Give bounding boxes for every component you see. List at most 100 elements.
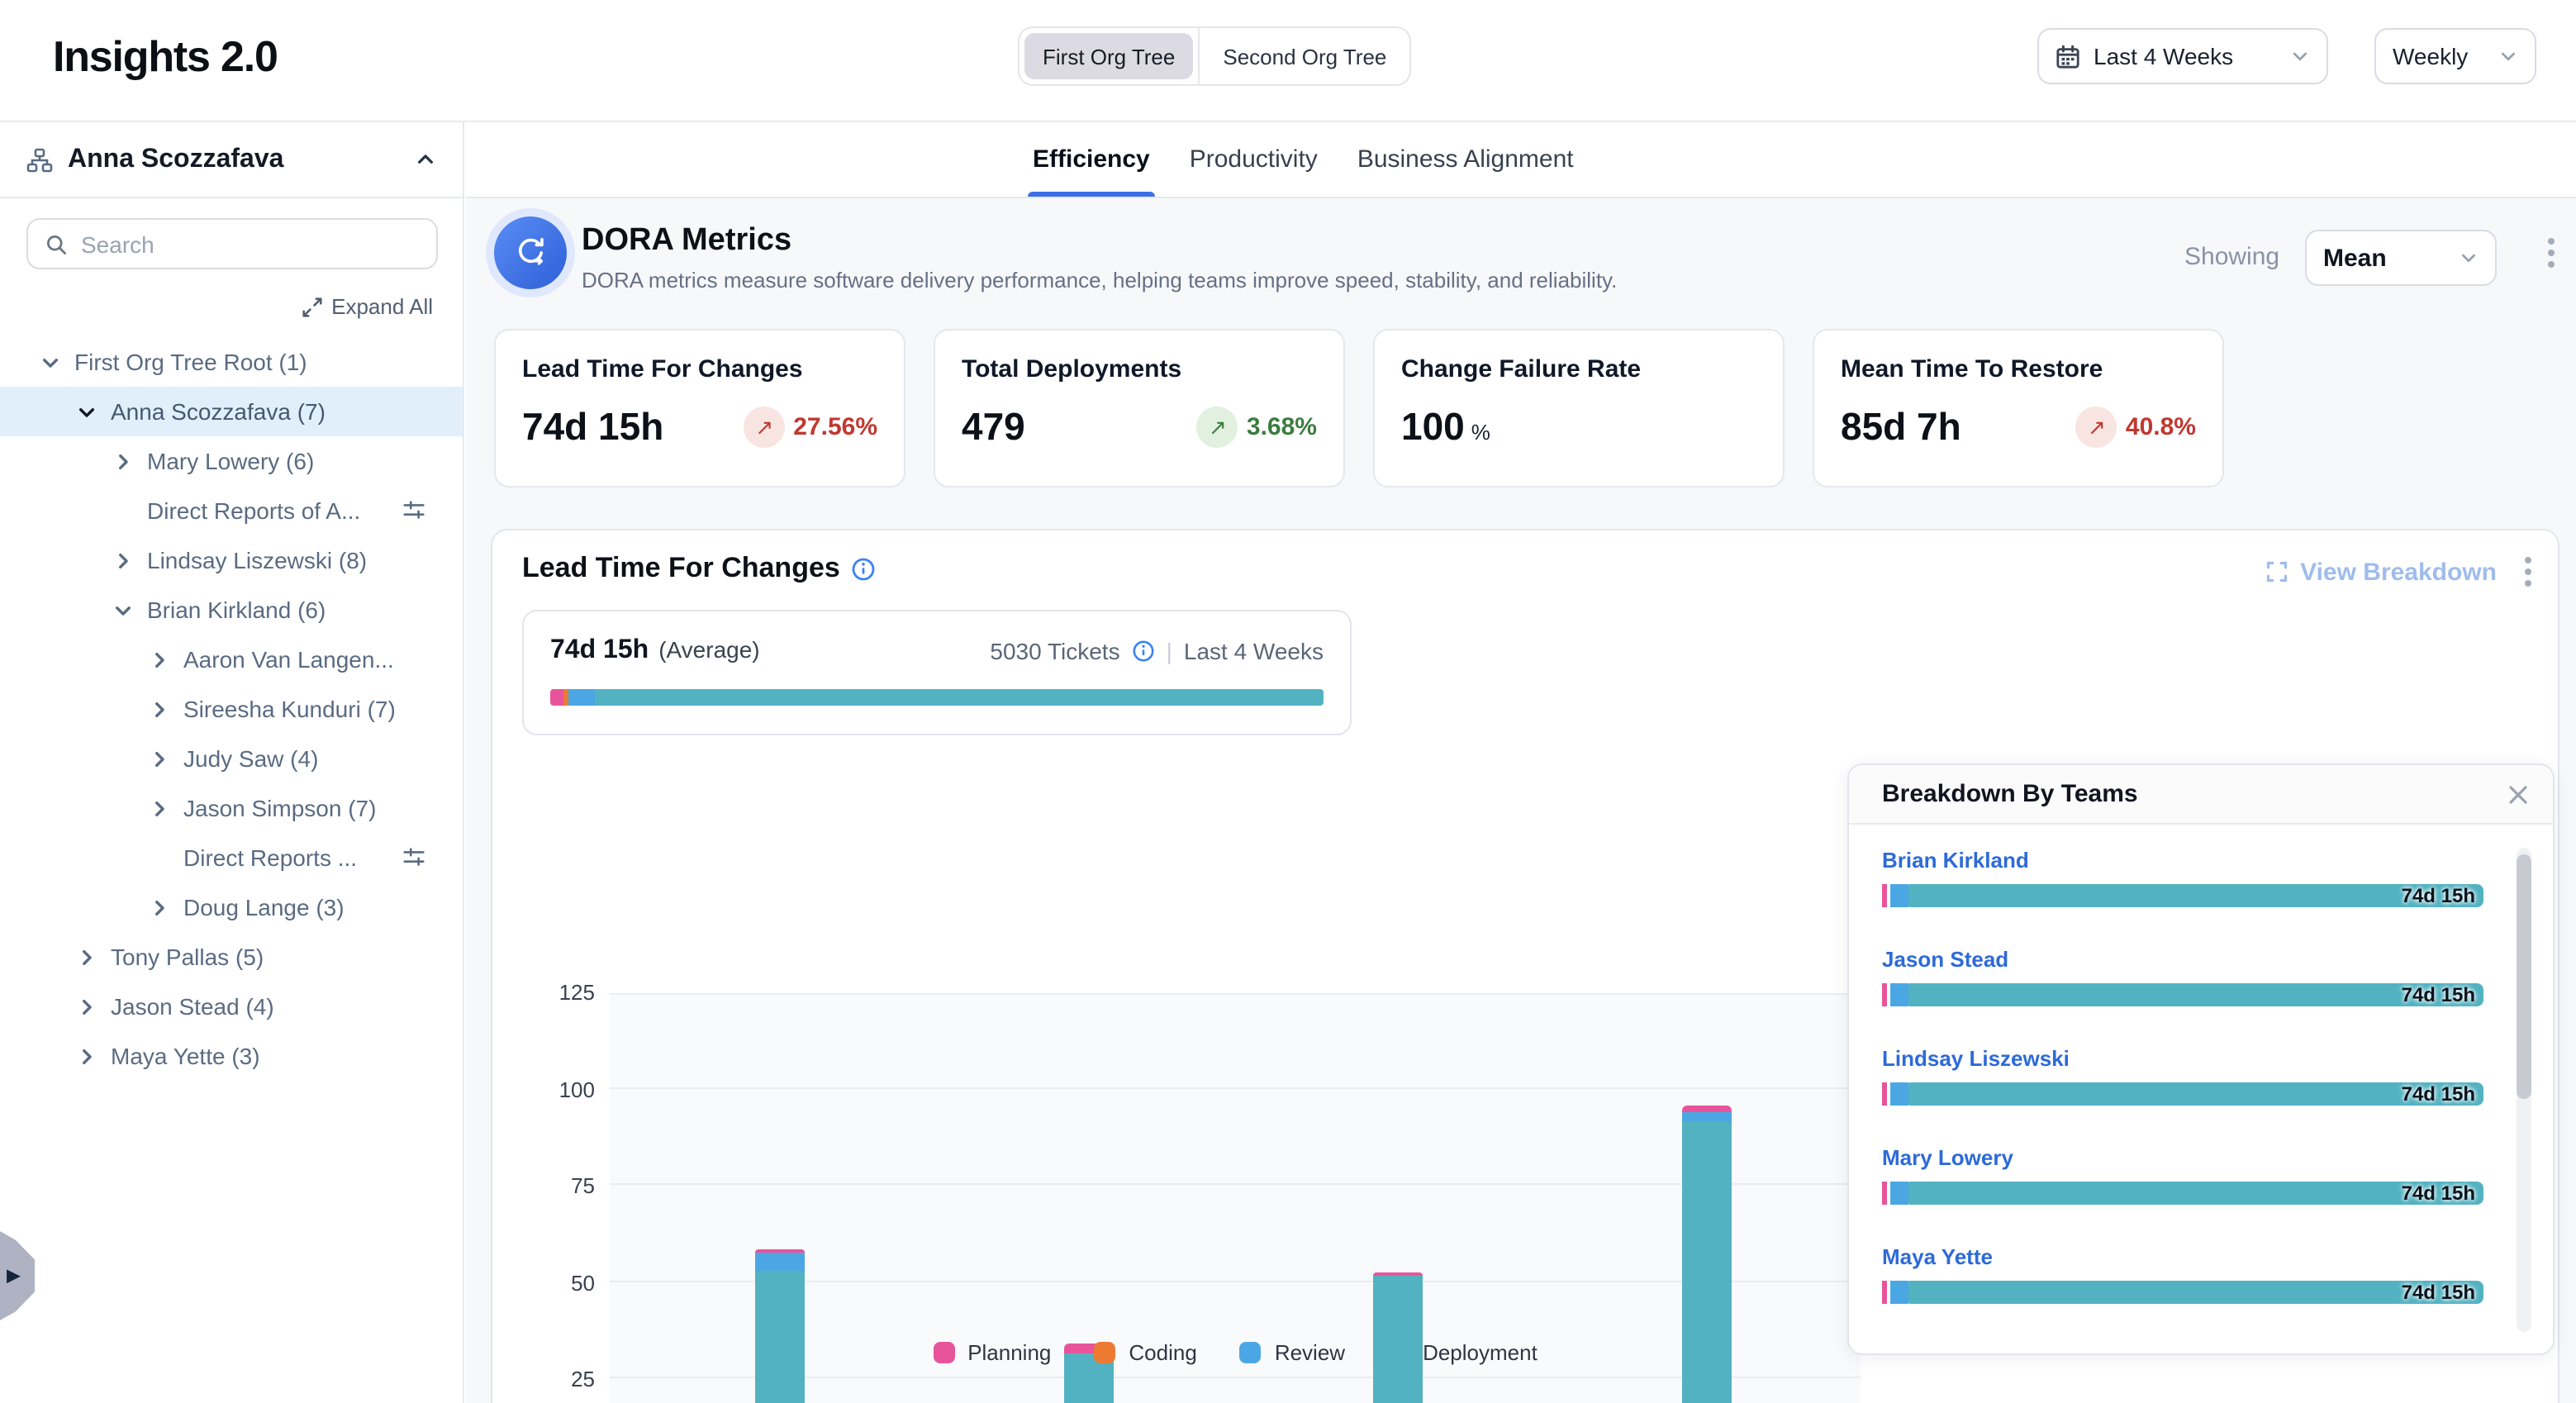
tree-item-label: Jason Stead (4) [111,993,274,1020]
tree-item-judy-saw-4[interactable]: Judy Saw (4) [0,734,463,783]
chevron-right-icon[interactable] [149,648,172,671]
chevron-right-icon[interactable] [76,1044,99,1068]
showing-select[interactable]: Mean [2305,230,2497,286]
team-bar-segment-deployment: 74d 15h [1908,1281,2483,1304]
summary-tickets: 5030 Tickets [990,638,1119,664]
chevron-right-icon[interactable] [112,449,135,473]
info-icon[interactable] [852,556,877,581]
chevron-right-icon[interactable] [149,747,172,770]
metric-value: 100 [1401,405,1465,448]
trend-up-icon: ↗ [744,407,785,448]
trend-up-icon: ↗ [2076,407,2117,448]
trend-up-icon: ↗ [1197,407,1238,448]
team-row-mary-lowery: Mary Lowery74d 15h [1882,1145,2483,1205]
tree-item-jason-stead-4[interactable]: Jason Stead (4) [0,982,463,1031]
tree-item-maya-yette-3[interactable]: Maya Yette (3) [0,1031,463,1081]
breakdown-scrollbar-track [2517,848,2531,1332]
chevron-up-icon[interactable] [415,149,436,170]
summary-period: Last 4 Weeks [1184,638,1324,664]
app-title: Insights 2.0 [53,31,278,83]
delta-value: 40.8% [2126,413,2196,441]
tab-efficiency[interactable]: Efficiency [1033,122,1150,197]
tree-item-aaron-van-langen[interactable]: Aaron Van Langen... [0,635,463,684]
sidebar-user-name: Anna Scozzafava [68,145,400,174]
chevron-down-icon[interactable] [112,598,135,621]
close-icon[interactable] [2507,782,2530,806]
tree-item-label: Lindsay Liszewski (8) [147,547,367,573]
org-tree-option-second-org-tree[interactable]: Second Org Tree [1205,33,1404,79]
chevron-right-icon[interactable] [76,995,99,1018]
lead-time-kebab-menu[interactable] [2525,557,2531,587]
legend-label: Review [1275,1340,1345,1365]
granularity-select[interactable]: Weekly [2374,28,2536,84]
tab-productivity[interactable]: Productivity [1190,122,1318,197]
view-breakdown-button[interactable]: View Breakdown [2265,558,2497,586]
breakdown-scrollbar-thumb[interactable] [2517,854,2531,1099]
chevron-right-icon[interactable] [76,945,99,968]
team-name-link[interactable]: Brian Kirkland [1882,848,2483,873]
granularity-value: Weekly [2393,43,2485,69]
bar-segment-review [1682,1113,1732,1121]
chevron-right-icon[interactable] [149,697,172,721]
tree-item-jason-simpson-7[interactable]: Jason Simpson (7) [0,783,463,833]
metric-card-lead-time-for-changes: Lead Time For Changes74d 15h↗27.56% [494,329,905,487]
summary-value: 74d 15h [550,636,649,666]
app-window: Insights 2.0 First Org Tree Second Org Tr… [0,0,2576,1403]
chevron-down-icon[interactable] [76,400,99,423]
team-name-link[interactable]: Mary Lowery [1882,1145,2483,1170]
tree-item-direct-reports-of-a[interactable]: Direct Reports of A... [0,486,463,535]
tree-item-label: Direct Reports of A... [147,497,360,524]
tree-item-label: First Org Tree Root (1) [74,349,307,375]
tree-item-anna-scozzafava-7[interactable]: Anna Scozzafava (7) [0,387,463,436]
calendar-icon [2056,44,2080,69]
search-input[interactable] [81,231,420,257]
dora-kebab-menu[interactable] [2548,238,2555,268]
tree-item-doug-lange-3[interactable]: Doug Lange (3) [0,882,463,932]
play-triangle-icon: ▶ [7,1264,21,1286]
breakdown-rows: Brian Kirkland74d 15hJason Stead74d 15hL… [1882,848,2483,1344]
tab-business-alignment[interactable]: Business Alignment [1357,122,1574,197]
metric-value: 74d 15h [522,405,663,448]
tree-item-mary-lowery-6[interactable]: Mary Lowery (6) [0,436,463,486]
summary-bar-segment-review [568,689,595,706]
metric-card-mean-time-to-restore: Mean Time To Restore85d 7h↗40.8% [1813,329,2224,487]
breakdown-panel-title: Breakdown By Teams [1882,780,2507,808]
sidebar-header[interactable]: Anna Scozzafava [0,122,463,198]
y-axis-tick: 25 [522,1367,595,1392]
legend-label: Coding [1129,1340,1196,1365]
tree-item-first-org-tree-root-1[interactable]: First Org Tree Root (1) [0,337,463,387]
delta-badge: ↗ 40.8% [2076,407,2196,448]
tree-item-label: Aaron Van Langen... [183,646,394,673]
chevron-right-icon[interactable] [149,896,172,919]
stacked-bar-04-aug-10-aug [1373,1273,1423,1403]
tree-item-tony-pallas-5[interactable]: Tony Pallas (5) [0,932,463,982]
dora-section-title: DORA Metrics [582,223,791,259]
team-bar-value: 74d 15h [2402,1281,2475,1304]
delta-value: 3.68% [1247,413,1317,441]
tree-item-label: Judy Saw (4) [183,745,318,772]
filter-icon[interactable] [402,844,426,869]
team-name-link[interactable]: Maya Yette [1882,1244,2483,1269]
tree-item-lindsay-liszewski-8[interactable]: Lindsay Liszewski (8) [0,535,463,585]
org-tree-option-first-org-tree[interactable]: First Org Tree [1024,33,1193,79]
date-range-select[interactable]: Last 4 Weeks [2037,28,2328,84]
tree-item-sireesha-kunduri-7[interactable]: Sireesha Kunduri (7) [0,684,463,734]
chevron-right-icon[interactable] [112,549,135,572]
tree-item-label: Doug Lange (3) [183,894,345,920]
summary-qualifier: (Average) [658,636,759,663]
team-name-link[interactable]: Jason Stead [1882,947,2483,972]
team-bar-segment-review [1890,1182,1908,1205]
tree-item-brian-kirkland-6[interactable]: Brian Kirkland (6) [0,585,463,635]
chevron-down-icon[interactable] [40,350,63,373]
showing-label: Showing [2184,243,2279,271]
expand-all-button[interactable]: Expand All [302,294,433,319]
filter-icon[interactable] [402,497,426,522]
tree-item-direct-reports[interactable]: Direct Reports ... [0,833,463,882]
summary-separator: | [1167,638,1172,664]
team-name-link[interactable]: Lindsay Liszewski [1882,1046,2483,1071]
date-range-value: Last 4 Weeks [2094,43,2277,69]
chevron-right-icon[interactable] [149,797,172,820]
info-icon[interactable] [1132,640,1155,663]
bar-segment-planning [1682,1106,1732,1112]
breakdown-by-teams-panel: Breakdown By Teams Brian Kirkland 74d 15h… [1847,763,2555,1355]
